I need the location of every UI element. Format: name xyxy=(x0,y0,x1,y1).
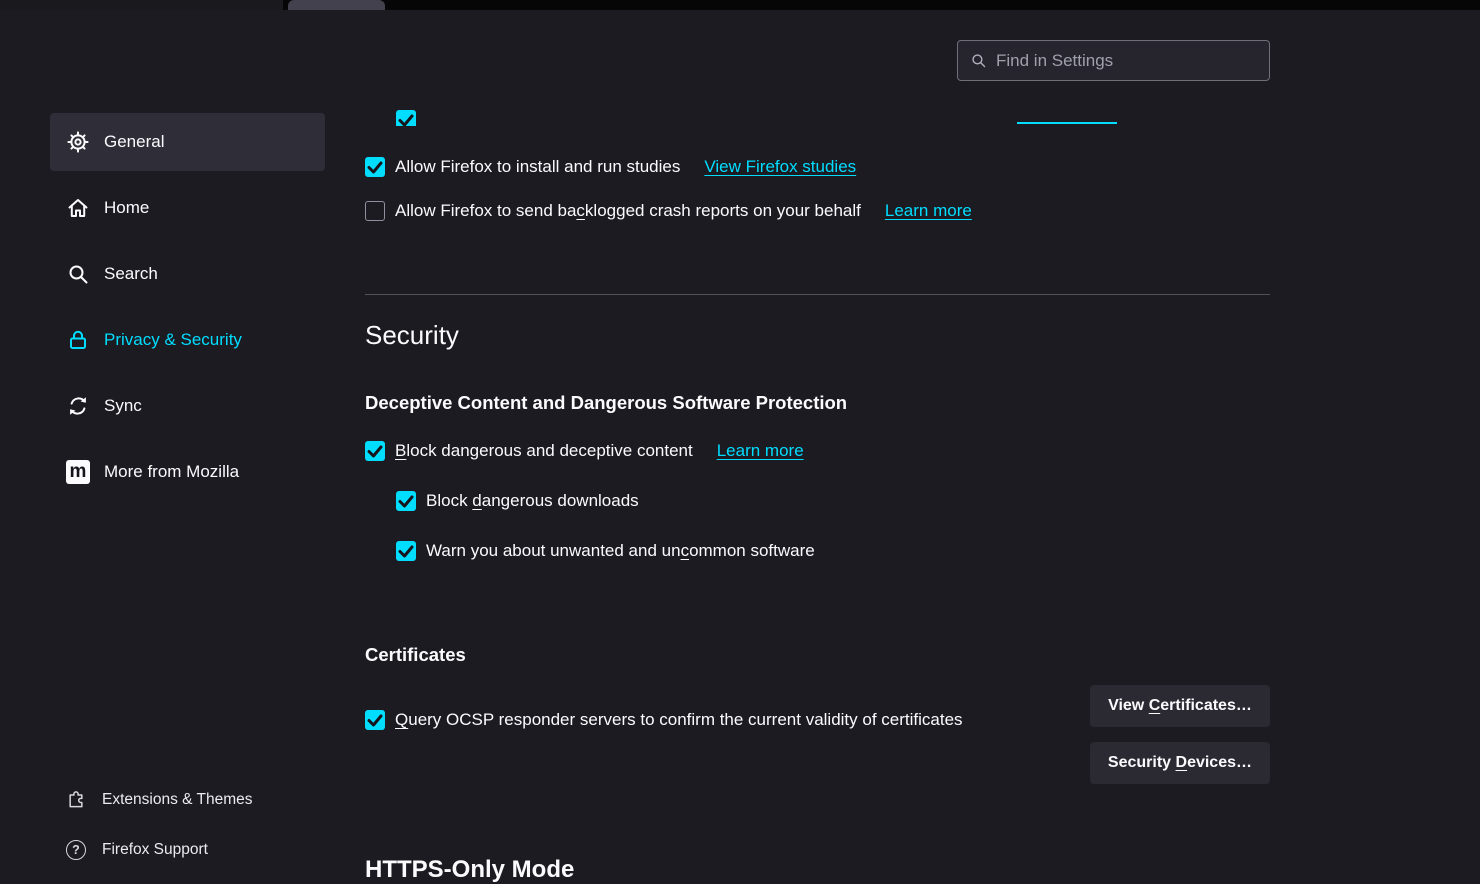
sidebar-item-label: Extensions & Themes xyxy=(102,791,252,809)
sidebar-item-label: Firefox Support xyxy=(102,841,208,859)
learn-more-link[interactable]: Learn more xyxy=(885,201,972,221)
label-accesskey: D xyxy=(1176,754,1188,771)
puzzle-icon xyxy=(66,790,86,810)
label-pre: Allow Firefox to install and run studies xyxy=(395,157,680,176)
security-section-title: Security xyxy=(365,320,459,351)
sidebar-item-label: Home xyxy=(104,198,149,218)
label-post: angerous downloads xyxy=(482,491,639,510)
label-post: lock dangerous and deceptive content xyxy=(406,441,692,460)
sidebar-item-extensions-themes[interactable]: Extensions & Themes xyxy=(50,779,325,821)
label-pre: View xyxy=(1108,697,1149,714)
gear-icon xyxy=(66,130,90,154)
certificates-buttons: View Certificates… Security Devices… xyxy=(1090,685,1270,784)
learn-more-link[interactable]: Learn more xyxy=(717,441,804,461)
label-accesskey: Q xyxy=(395,710,408,729)
sidebar-item-label: Search xyxy=(104,264,158,284)
label-post: evices… xyxy=(1187,754,1252,771)
section-divider xyxy=(365,294,1270,295)
checkbox-row-studies: Allow Firefox to install and run studies… xyxy=(365,146,1270,188)
settings-content: Allow Firefox to install and run studies… xyxy=(365,0,1270,875)
clipped-row xyxy=(365,100,1270,126)
ocsp-label: Query OCSP responder servers to confirm … xyxy=(395,702,963,738)
checkbox-row-crash-reports: Allow Firefox to send backlogged crash r… xyxy=(365,190,1270,232)
block-downloads-label: Block dangerous downloads xyxy=(426,491,639,511)
ocsp-checkbox[interactable] xyxy=(365,710,385,730)
label-post: ommon software xyxy=(689,541,815,560)
sidebar-item-firefox-support[interactable]: ? Firefox Support xyxy=(50,829,325,871)
question-icon: ? xyxy=(66,840,86,860)
block-deceptive-checkbox[interactable] xyxy=(365,441,385,461)
checkbox-row-block-downloads: Block dangerous downloads xyxy=(396,480,1270,522)
settings-sidebar: General Home Search Privacy & Security xyxy=(50,113,325,509)
sidebar-footer: Extensions & Themes ? Firefox Support xyxy=(50,779,325,879)
studies-label: Allow Firefox to install and run studies xyxy=(395,157,680,177)
crash-reports-checkbox[interactable] xyxy=(365,201,385,221)
sidebar-item-label: Privacy & Security xyxy=(104,330,242,350)
search-icon xyxy=(66,262,90,286)
sidebar-item-privacy-security[interactable]: Privacy & Security xyxy=(50,311,325,369)
sidebar-item-label: Sync xyxy=(104,396,142,416)
view-certificates-button[interactable]: View Certificates… xyxy=(1090,685,1270,727)
label-post: klogged crash reports on your behalf xyxy=(585,201,861,220)
warn-software-checkbox[interactable] xyxy=(396,541,416,561)
label-post: ertificates… xyxy=(1160,697,1252,714)
studies-checkbox[interactable] xyxy=(365,157,385,177)
mozilla-logo-glyph: m xyxy=(66,460,90,484)
block-deceptive-label: Block dangerous and deceptive content xyxy=(395,441,693,461)
block-downloads-checkbox[interactable] xyxy=(396,491,416,511)
label-accesskey: B xyxy=(395,441,406,460)
lock-icon xyxy=(66,328,90,352)
sidebar-item-sync[interactable]: Sync xyxy=(50,377,325,435)
label-post: uery OCSP responder servers to confirm t… xyxy=(408,710,962,729)
warn-software-label: Warn you about unwanted and uncommon sof… xyxy=(426,541,815,561)
view-firefox-studies-link[interactable]: View Firefox studies xyxy=(704,157,856,177)
security-devices-button[interactable]: Security Devices… xyxy=(1090,742,1270,784)
label-accesskey: C xyxy=(1149,697,1161,714)
sidebar-item-search[interactable]: Search xyxy=(50,245,325,303)
label-accesskey: d xyxy=(472,491,481,510)
home-icon xyxy=(66,196,90,220)
label-pre: Block xyxy=(426,491,472,510)
sidebar-item-label: More from Mozilla xyxy=(104,462,239,482)
question-glyph: ? xyxy=(66,840,86,860)
https-only-mode-heading: HTTPS-Only Mode xyxy=(365,856,574,884)
checkbox-row-warn-software: Warn you about unwanted and uncommon sof… xyxy=(396,530,1270,572)
certificates-heading: Certificates xyxy=(365,644,466,666)
clipped-checkbox[interactable] xyxy=(396,110,416,126)
label-pre: Security xyxy=(1108,754,1176,771)
deceptive-content-heading: Deceptive Content and Dangerous Software… xyxy=(365,392,847,414)
checkbox-row-block-deceptive: Block dangerous and deceptive content Le… xyxy=(365,430,1270,472)
sidebar-item-more-from-mozilla[interactable]: m More from Mozilla xyxy=(50,443,325,501)
label-pre: Allow Firefox to send ba xyxy=(395,201,576,220)
sidebar-item-general[interactable]: General xyxy=(50,113,325,171)
label-pre: Warn you about unwanted and un xyxy=(426,541,681,560)
crash-reports-label: Allow Firefox to send backlogged crash r… xyxy=(395,201,861,221)
sync-icon xyxy=(66,394,90,418)
clipped-link-underline[interactable] xyxy=(1017,122,1117,124)
sidebar-item-label: General xyxy=(104,132,164,152)
label-accesskey: c xyxy=(576,201,585,220)
mozilla-icon: m xyxy=(66,460,90,484)
sidebar-item-home[interactable]: Home xyxy=(50,179,325,237)
tab-strip-left-region xyxy=(0,0,283,10)
checkbox-row-ocsp: Query OCSP responder servers to confirm … xyxy=(365,684,1005,756)
label-accesskey: c xyxy=(681,541,690,560)
